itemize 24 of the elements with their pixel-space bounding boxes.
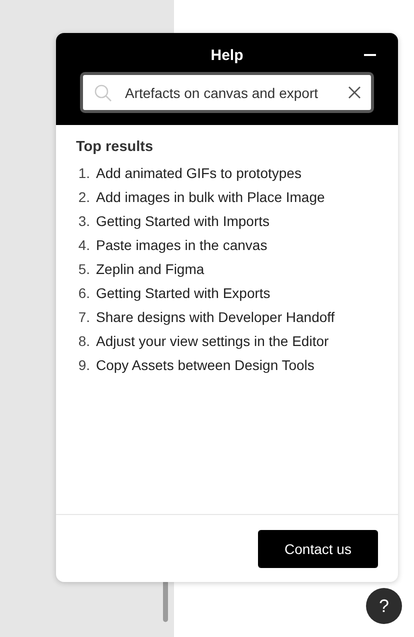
item-number: 3.	[77, 213, 90, 229]
item-number: 2.	[77, 189, 90, 205]
result-link[interactable]: Add images in bulk with Place Image	[96, 189, 325, 205]
scrollbar[interactable]	[163, 580, 168, 622]
search-field[interactable]: Artefacts on canvas and export	[80, 72, 374, 113]
clear-icon[interactable]	[348, 86, 361, 99]
item-number: 1.	[77, 165, 90, 181]
result-link[interactable]: Paste images in the canvas	[96, 237, 268, 253]
result-link[interactable]: Adjust your view settings in the Editor	[96, 333, 329, 349]
item-number: 5.	[77, 261, 90, 277]
results-heading: Top results	[76, 139, 154, 155]
panel-title: Help	[210, 46, 244, 64]
item-number: 7.	[77, 309, 90, 325]
result-link[interactable]: Zeplin and Figma	[96, 261, 204, 277]
item-number: 8.	[77, 333, 90, 349]
result-link[interactable]: Getting Started with Exports	[96, 285, 270, 301]
item-number: 4.	[77, 237, 90, 253]
item-number: 9.	[77, 357, 90, 373]
contact-button[interactable]: Contact us	[258, 530, 378, 568]
result-link[interactable]: Getting Started with Imports	[96, 213, 270, 229]
result-link[interactable]: Share designs with Developer Handoff	[96, 309, 335, 325]
item-number: 6.	[77, 285, 90, 301]
result-link[interactable]: Add animated GIFs to prototypes	[96, 165, 302, 181]
result-link[interactable]: Copy Assets between Design Tools	[96, 357, 314, 373]
